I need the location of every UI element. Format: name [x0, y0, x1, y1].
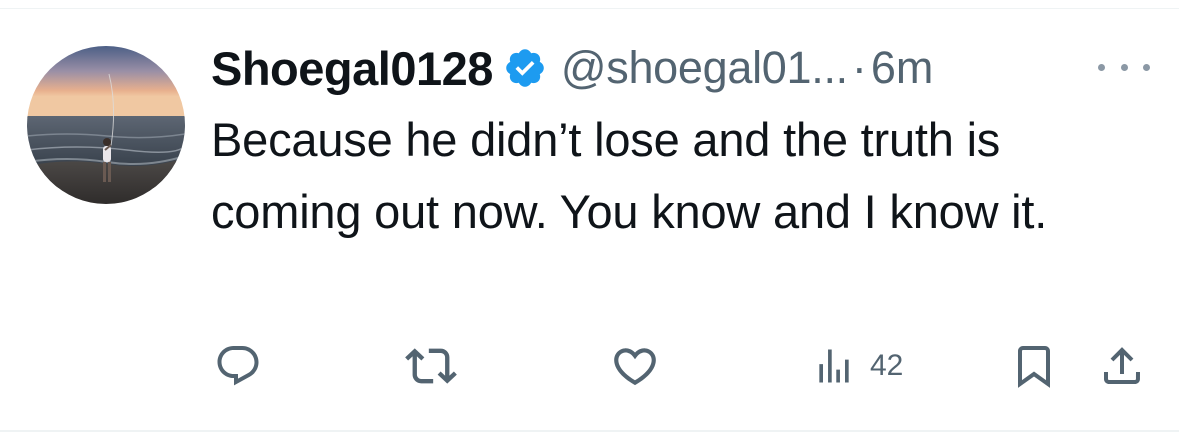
avatar-image: [27, 46, 185, 204]
like-icon: [614, 348, 656, 386]
retweet-button[interactable]: [405, 336, 457, 396]
retweet-icon: [405, 348, 457, 384]
like-button[interactable]: [610, 336, 660, 396]
user-handle[interactable]: @shoegal01...: [561, 42, 848, 94]
bookmark-button[interactable]: [1010, 336, 1058, 396]
reply-button[interactable]: [214, 336, 262, 396]
share-icon: [1104, 347, 1140, 384]
views-icon: [819, 349, 849, 383]
avatar[interactable]: [27, 46, 185, 204]
verified-badge-icon: [503, 46, 547, 90]
tweet-header: Shoegal0128 @shoegal01... · 6m: [211, 38, 933, 98]
more-icon[interactable]: [1098, 52, 1150, 82]
tweet-text: Because he didn’t lose and the truth is …: [211, 113, 1048, 238]
share-button[interactable]: [1098, 336, 1146, 396]
reply-icon: [217, 346, 259, 386]
bottom-divider: [0, 430, 1179, 432]
views-count: 42: [870, 349, 904, 382]
display-name[interactable]: Shoegal0128: [211, 41, 493, 96]
bookmark-icon: [1018, 346, 1050, 388]
timestamp[interactable]: 6m: [871, 42, 934, 94]
separator-dot: ·: [851, 42, 867, 93]
views-button[interactable]: 42: [812, 336, 903, 396]
action-bar: 42: [0, 336, 1179, 396]
tweet-card[interactable]: Shoegal0128 @shoegal01... · 6m Because h…: [0, 0, 1179, 433]
